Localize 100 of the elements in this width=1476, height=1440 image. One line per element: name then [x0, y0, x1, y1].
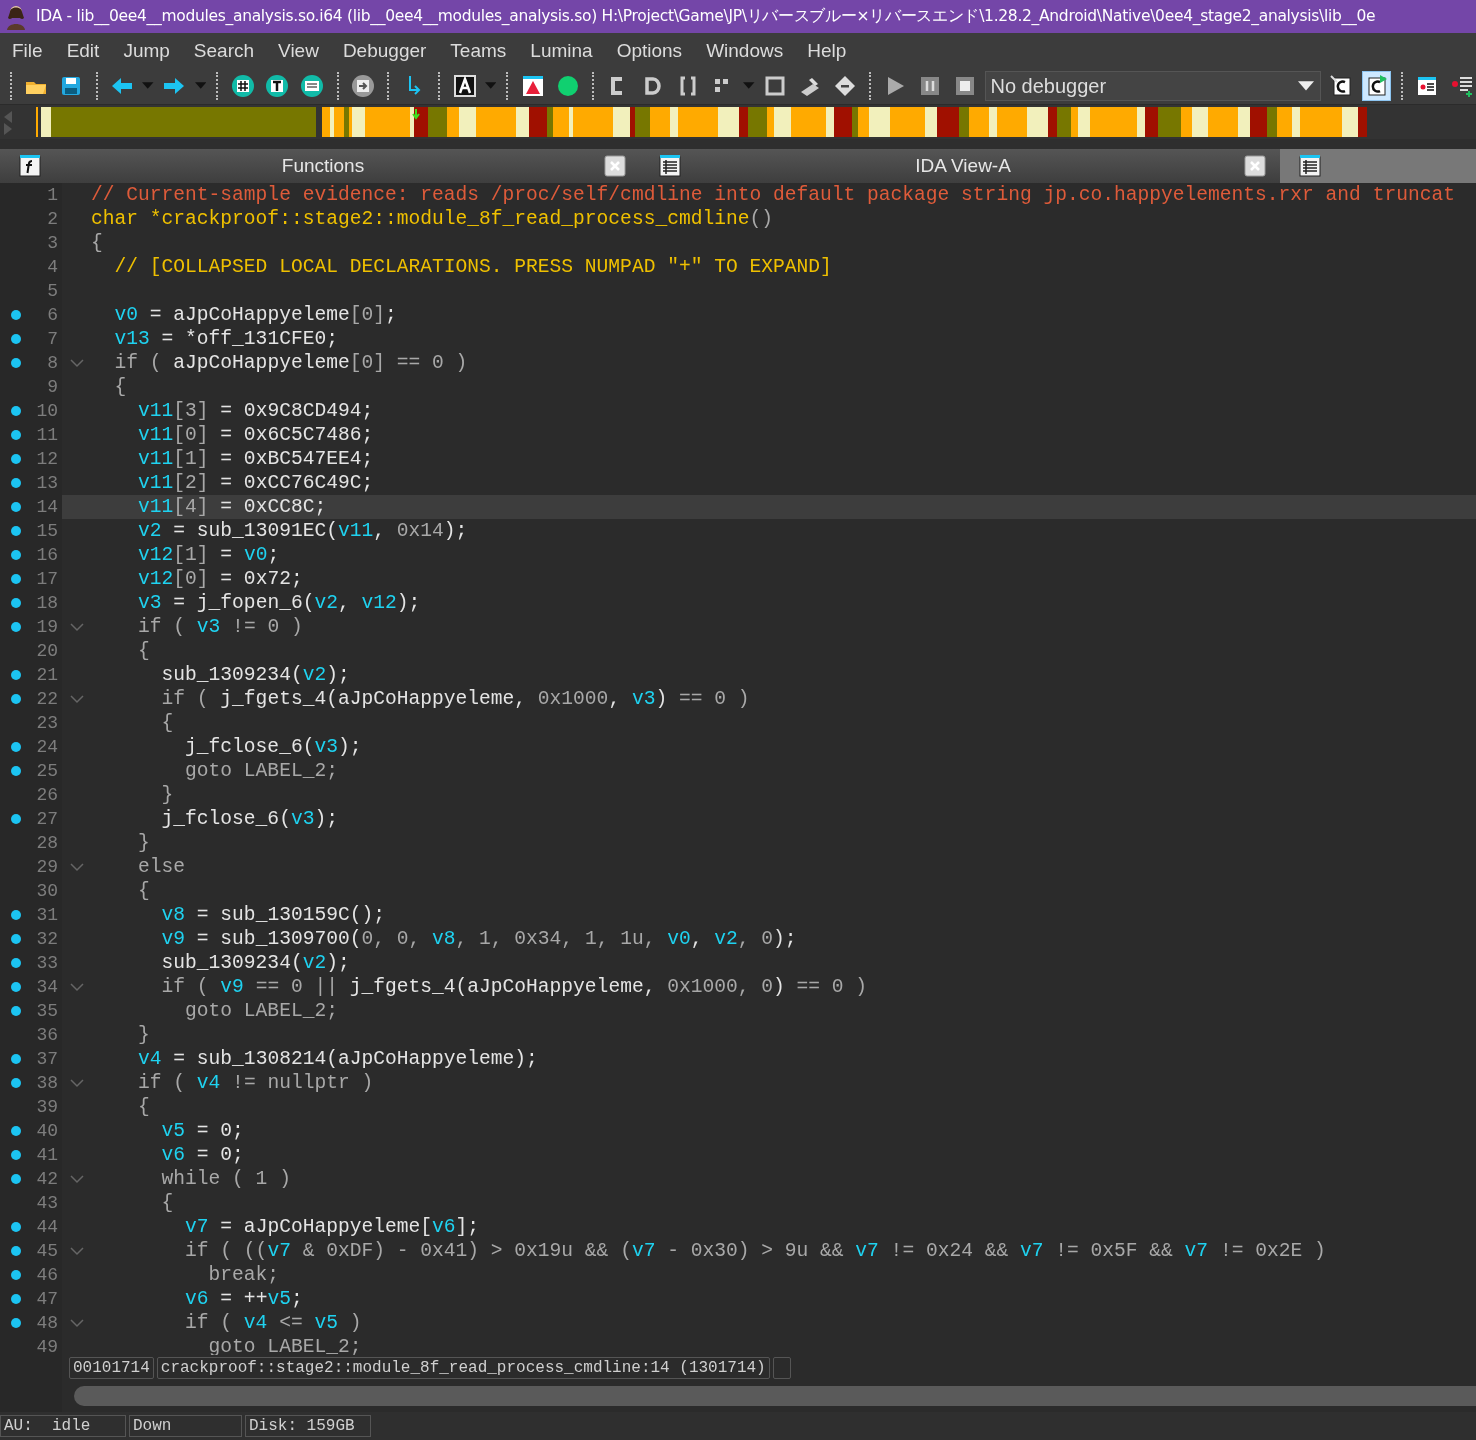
line-number: 33	[35, 953, 59, 973]
menu-item[interactable]: Options	[604, 39, 695, 62]
code-line: v5 = 0;	[160, 1120, 244, 1142]
line-number: 48	[35, 1313, 59, 1333]
scrollbar[interactable]	[74, 1386, 1476, 1406]
dropdown-caret-icon	[1297, 80, 1314, 92]
fold-chevron-icon[interactable]	[69, 1078, 84, 1088]
line-number: 16	[35, 545, 59, 565]
line-number: 23	[35, 713, 59, 733]
menu-item[interactable]: Teams	[438, 39, 519, 62]
tab[interactable]	[1280, 149, 1476, 183]
status-cell: Down	[129, 1415, 242, 1437]
fold-chevron-icon[interactable]	[69, 694, 84, 704]
line-number: 5	[46, 281, 59, 301]
line-number: 27	[35, 809, 59, 829]
code-line: v9 = sub_1309700(0, 0, v8, 1, 0x34, 1, 1u, v0, v2, 0);	[160, 928, 797, 950]
code-line: v11[4] = 0xCC8C;	[137, 496, 327, 518]
line-number: 36	[35, 1025, 59, 1045]
code-line: if ( v4 != nullptr )	[137, 1072, 374, 1094]
code-line: v12[0] = 0x72;	[137, 568, 303, 590]
line-number: 37	[35, 1049, 59, 1069]
line-number: 34	[35, 977, 59, 997]
line-number: 45	[35, 1241, 59, 1261]
menu-item[interactable]: Search	[181, 39, 267, 62]
empty-field	[772, 1356, 791, 1379]
line-number: 35	[35, 1001, 59, 1021]
line-number: 42	[35, 1169, 59, 1189]
menu-item[interactable]: Jump	[111, 39, 182, 62]
line-number: 4	[46, 257, 59, 277]
line-number: 15	[35, 521, 59, 541]
line-number: 13	[35, 473, 59, 493]
line-number: 29	[35, 857, 59, 877]
menu-item[interactable]: File	[0, 39, 55, 62]
code-line: if ( v9 == 0 || j_fgets_4(aJpCoHappyeleme, 0x1000, 0) == 0 )	[160, 976, 868, 998]
line-number: 39	[35, 1097, 59, 1117]
line-number: 22	[35, 689, 59, 709]
line-number: 12	[35, 449, 59, 469]
line-number: 11	[35, 425, 59, 445]
code-line: j_fclose_6(v3);	[184, 736, 362, 758]
status-cell: AU: idle	[0, 1415, 126, 1437]
code-line: if ( v4 <= v5 )	[184, 1312, 362, 1334]
code-line: // [COLLAPSED LOCAL DECLARATIONS. PRESS NUMPAD "+" TO EXPAND]	[113, 256, 832, 278]
code-line: char *crackproof::stage2::module_8f_read_process_cmdline()	[91, 208, 773, 230]
menu-item[interactable]: Help	[795, 39, 859, 62]
close-icon[interactable]	[604, 155, 626, 177]
function-location: crackproof::stage2::module_8f_read_process_cmdline:14 (1301714)	[156, 1356, 770, 1379]
menu-item[interactable]: Edit	[54, 39, 112, 62]
code-line: sub_1309234(v2);	[160, 664, 350, 686]
line-number: 26	[35, 785, 59, 805]
line-number: 31	[35, 905, 59, 925]
line-number: 9	[46, 377, 59, 397]
window-title: IDA - lib__0ee4__modules_analysis.so.i64 (lib__0ee4__modules_analysis.so) H:\Project\Game\JP\リバースブルー×リバースエンド\1.28.2_Android\Native\0ee4_stage2_analysis\lib__0e	[36, 6, 1376, 27]
line-number: 3	[46, 233, 59, 253]
menu-item[interactable]: Lumina	[518, 39, 605, 62]
code-line: v6 = 0;	[160, 1144, 244, 1166]
line-number: 40	[35, 1121, 59, 1141]
line-number: 32	[35, 929, 59, 949]
tab[interactable]: Functions	[0, 149, 640, 183]
code-line: if ( v3 != 0 )	[137, 616, 303, 638]
line-number: 49	[35, 1337, 59, 1355]
code-line: j_fclose_6(v3);	[160, 808, 338, 830]
line-number: 2	[46, 209, 59, 229]
close-icon[interactable]	[1244, 155, 1266, 177]
fold-chevron-icon[interactable]	[69, 1174, 84, 1184]
tab[interactable]: IDA View-A	[640, 149, 1280, 183]
code-line: v11[0] = 0x6C5C7486;	[137, 424, 374, 446]
fold-chevron-icon[interactable]	[69, 982, 84, 992]
line-number: 44	[35, 1217, 59, 1237]
code-line: v3 = j_fopen_6(v2, v12);	[137, 592, 421, 614]
code-line: v11[2] = 0xCC76C49C;	[137, 472, 374, 494]
code-line: // Current-sample evidence: reads /proc/self/cmdline into default package string jp.co.happyelements.rxr and truncat	[91, 184, 1455, 206]
function-icon	[18, 154, 42, 178]
line-number: 21	[35, 665, 59, 685]
code-line: sub_1309234(v2);	[160, 952, 350, 974]
code-line: v11[1] = 0xBC547EE4;	[137, 448, 374, 470]
code-line: v11[3] = 0x9C8CD494;	[137, 400, 374, 422]
code-line: {	[137, 640, 150, 662]
line-number: 41	[35, 1145, 59, 1165]
fold-chevron-icon[interactable]	[69, 1246, 84, 1256]
code-line: {	[160, 1192, 174, 1214]
c-play-icon[interactable]	[1361, 71, 1391, 101]
menu-item[interactable]: View	[266, 39, 331, 62]
line-number: 24	[35, 737, 59, 757]
menu-item[interactable]: Windows	[694, 39, 796, 62]
code-line: {	[137, 1096, 150, 1118]
fold-chevron-icon[interactable]	[69, 622, 84, 632]
line-number: 14	[35, 497, 59, 517]
app-icon	[4, 3, 28, 30]
fold-chevron-icon[interactable]	[69, 862, 84, 872]
code-line: v7 = aJpCoHappyeleme[v6];	[184, 1216, 480, 1238]
code-line: }	[137, 1024, 150, 1046]
debugger-dropdown[interactable]: No debugger	[985, 71, 1321, 101]
line-number: 20	[35, 641, 59, 661]
code-line: v13 = *off_131CFE0;	[113, 328, 338, 350]
line-number: 17	[35, 569, 59, 589]
menu-item[interactable]: Debugger	[330, 39, 439, 62]
line-number: 1	[46, 185, 59, 205]
fold-chevron-icon[interactable]	[69, 358, 84, 368]
code-line: v0 = aJpCoHappyeleme[0];	[113, 304, 397, 326]
fold-chevron-icon[interactable]	[69, 1318, 84, 1328]
